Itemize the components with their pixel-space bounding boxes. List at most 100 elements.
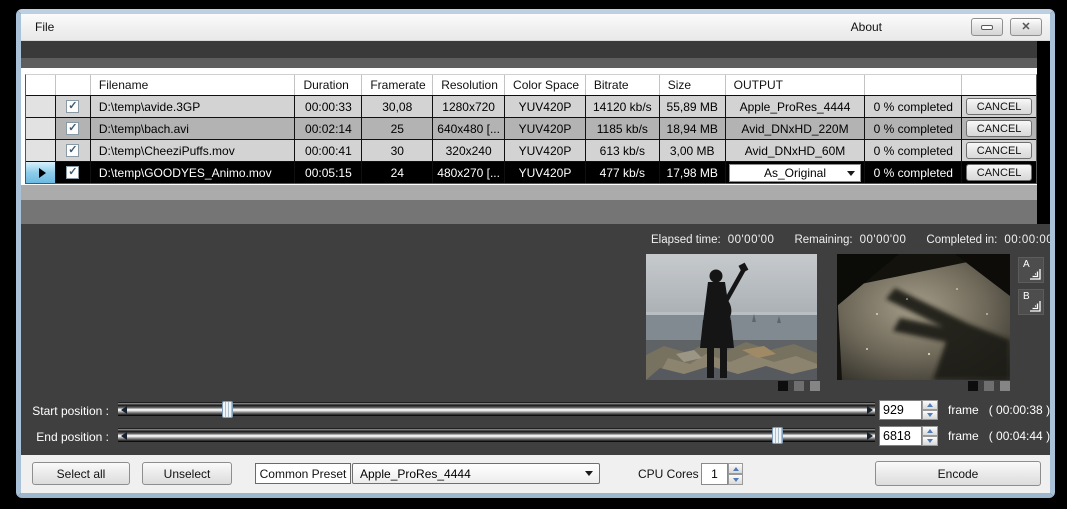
table-row-selected[interactable]: ✓ D:\temp\GOODYES_Animo.mov 00:05:15 24 … (26, 161, 1036, 183)
cell-filename: D:\temp\CheeziPuffs.mov (91, 140, 296, 161)
dropdown-arrow-icon (847, 171, 855, 176)
preview-a-indicators (778, 381, 820, 391)
row-selector-cell[interactable] (26, 96, 56, 117)
header-framerate[interactable]: Framerate (362, 75, 433, 95)
cell-colorspace: YUV420P (505, 140, 586, 161)
cpu-cores-spinner (728, 463, 743, 485)
cell-colorspace: YUV420P (505, 96, 586, 117)
row-checkbox[interactable]: ✓ (66, 100, 79, 113)
cell-filename: D:\temp\avide.3GP (91, 96, 296, 117)
common-preset-combobox[interactable]: Apple_ProRes_4444 (352, 463, 600, 484)
cell-bitrate: 477 kb/s (586, 162, 660, 183)
start-time-value: ( 00:00:38 ) (989, 403, 1050, 417)
spinner-down-button[interactable] (728, 474, 743, 485)
menu-about[interactable]: About (837, 14, 896, 40)
output-preset-value: As_Original (730, 166, 860, 180)
cell-filename: D:\temp\GOODYES_Animo.mov (91, 162, 296, 183)
cell-output[interactable]: Avid_DNxHD_60M (726, 140, 866, 161)
preview-b-button[interactable]: B (1018, 289, 1044, 315)
start-frame-readout: frame ( 00:00:38 ) (948, 403, 1050, 417)
window-content: File About ✕ Filename Duration Framerate… (21, 14, 1050, 493)
cell-resolution: 480x270 [... (433, 162, 505, 183)
header-colorspace[interactable]: Color Space (505, 75, 586, 95)
spinner-up-icon (733, 467, 739, 471)
separator-strip-dark (21, 200, 1050, 224)
header-selector (26, 75, 56, 95)
header-duration[interactable]: Duration (295, 75, 362, 95)
cell-bitrate: 1185 kb/s (586, 118, 660, 139)
cell-progress: 0 % completed (865, 118, 962, 139)
toolbar-strip-light (21, 58, 1050, 68)
end-position-slider[interactable] (118, 428, 875, 442)
cpu-cores-value[interactable]: 1 (701, 463, 728, 485)
preview-a-button[interactable]: A (1018, 257, 1044, 283)
frame-unit-label: frame (948, 429, 979, 443)
spinner-up-button[interactable] (922, 426, 938, 436)
select-all-button[interactable]: Select all (32, 462, 130, 485)
cell-resolution: 320x240 (433, 140, 505, 161)
cancel-button[interactable]: CANCEL (966, 164, 1032, 181)
start-frame-input[interactable] (879, 400, 922, 420)
common-preset-label: Common Preset (255, 463, 351, 484)
row-checkbox[interactable]: ✓ (66, 144, 79, 157)
slider-left-arrow-icon (121, 406, 127, 414)
cancel-button[interactable]: CANCEL (966, 120, 1032, 137)
output-preset-combobox[interactable]: As_Original (729, 164, 861, 182)
header-cancel (962, 75, 1036, 95)
header-size[interactable]: Size (660, 75, 726, 95)
end-slider-thumb[interactable] (772, 427, 783, 444)
cancel-button[interactable]: CANCEL (966, 142, 1032, 159)
minimize-button[interactable] (971, 18, 1003, 36)
table-row[interactable]: ✓ D:\temp\CheeziPuffs.mov 00:00:41 30 32… (26, 139, 1036, 161)
cell-output[interactable]: Apple_ProRes_4444 (726, 96, 866, 117)
toolbar-strip-dark (21, 41, 1050, 58)
indicator-square (968, 381, 978, 391)
frame-capture-icon (1028, 299, 1041, 312)
start-position-slider[interactable] (118, 402, 875, 416)
unselect-button[interactable]: Unselect (142, 462, 232, 485)
header-bitrate[interactable]: Bitrate (586, 75, 660, 95)
file-table: Filename Duration Framerate Resolution C… (25, 74, 1037, 184)
indicator-square (810, 381, 820, 391)
row-checkbox-cell: ✓ (56, 140, 91, 161)
completed-value: 00:00:00 (1004, 234, 1050, 246)
row-selector-cell[interactable] (26, 140, 56, 161)
table-row[interactable]: ✓ D:\temp\bach.avi 00:02:14 25 640x480 [… (26, 117, 1036, 139)
cell-size: 17,98 MB (660, 162, 726, 183)
row-checkbox[interactable]: ✓ (66, 122, 79, 135)
spinner-up-button[interactable] (728, 463, 743, 474)
preview-b-indicators (968, 381, 1010, 391)
end-frame-spinner (922, 426, 938, 446)
spinner-up-icon (927, 429, 933, 433)
cell-cancel: CANCEL (962, 96, 1036, 117)
spinner-up-button[interactable] (922, 400, 938, 410)
row-checkbox-cell: ✓ (56, 118, 91, 139)
header-output[interactable]: OUTPUT (726, 75, 866, 95)
header-resolution[interactable]: Resolution (433, 75, 505, 95)
header-filename[interactable]: Filename (91, 75, 296, 95)
close-icon: ✕ (1021, 22, 1030, 33)
start-slider-thumb[interactable] (222, 401, 233, 418)
close-button[interactable]: ✕ (1010, 18, 1042, 36)
row-selector-cell-active[interactable] (26, 162, 56, 183)
end-position-label: End position : (21, 430, 109, 444)
grid-right-gutter (1037, 41, 1050, 224)
row-checkbox-cell: ✓ (56, 162, 91, 183)
row-checkbox[interactable]: ✓ (66, 166, 79, 179)
end-frame-input[interactable] (879, 426, 922, 446)
spinner-down-button[interactable] (922, 436, 938, 446)
cell-output[interactable]: Avid_DNxHD_220M (726, 118, 866, 139)
spinner-down-button[interactable] (922, 410, 938, 420)
cell-size: 18,94 MB (660, 118, 726, 139)
encode-button[interactable]: Encode (875, 461, 1041, 486)
cell-colorspace: YUV420P (505, 118, 586, 139)
preview-panel: Elapsed time: 00'00'00 Remaining: 00'00'… (21, 224, 1050, 455)
dropdown-arrow-icon (585, 471, 593, 476)
preview-b-image (837, 254, 1010, 380)
table-row[interactable]: ✓ D:\temp\avide.3GP 00:00:33 30,08 1280x… (26, 95, 1036, 117)
menu-file[interactable]: File (21, 14, 68, 40)
cancel-button[interactable]: CANCEL (966, 98, 1032, 115)
separator-strip-light (21, 185, 1050, 200)
cell-resolution: 1280x720 (433, 96, 505, 117)
row-selector-cell[interactable] (26, 118, 56, 139)
